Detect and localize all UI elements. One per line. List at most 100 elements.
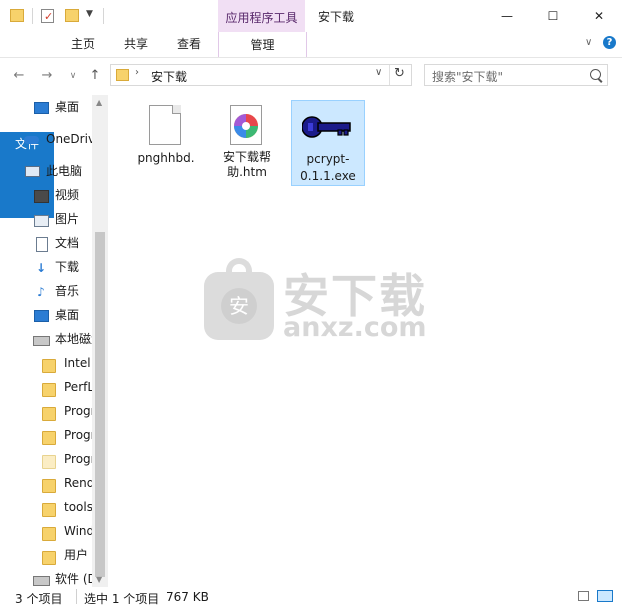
file-name: 安下载帮助.htm	[222, 150, 271, 179]
htm-file-icon	[230, 105, 262, 145]
customize-toolbar-icon[interactable]: ▼	[86, 9, 93, 19]
up-icon[interactable]: ↑	[86, 67, 104, 85]
breadcrumb-current[interactable]: 安下载	[151, 68, 187, 85]
onedrive-icon	[24, 133, 40, 147]
folder-icon	[116, 69, 129, 81]
minimize-button[interactable]: —	[484, 0, 530, 31]
file-item[interactable]: pnghhbd.	[129, 100, 203, 186]
nav-item-label: Rendering	[64, 476, 92, 490]
scroll-up-icon[interactable]: ▲	[96, 98, 102, 107]
nav-item-label: 软件 (D:)	[55, 572, 92, 586]
nav-item-folder[interactable]: 用户	[42, 544, 88, 566]
help-icon[interactable]: ?	[603, 36, 616, 49]
scrollbar-thumb[interactable]	[95, 232, 105, 577]
nav-item-label: Intel	[64, 356, 91, 370]
file-item[interactable]: 安下载帮助.htm	[210, 100, 284, 186]
video-icon	[33, 189, 49, 203]
folder-icon	[42, 357, 58, 373]
nav-item-label: 音乐	[55, 284, 80, 298]
scroll-down-icon[interactable]: ▼	[96, 575, 102, 584]
large-icons-view-icon[interactable]	[597, 590, 613, 602]
nav-item-onedrive[interactable]: OneDrive	[24, 128, 92, 150]
title-bar: ✓ ▼ 应用程序工具 安下载 — ☐ ✕	[0, 0, 622, 32]
nav-item-label: Program Files (x86)	[64, 428, 92, 442]
status-bar: 3 个项目 选中 1 个项目 767 KB	[0, 587, 622, 609]
details-view-icon[interactable]	[578, 591, 589, 601]
nav-item-folder[interactable]: ProgramData	[42, 448, 92, 470]
file-item-selected[interactable]: pcrypt-0.1.1.exe	[291, 100, 365, 186]
nav-item-folder[interactable]: Intel	[42, 352, 91, 374]
watermark-badge: 安	[221, 288, 257, 324]
folder-icon	[42, 477, 58, 493]
nav-item-label: 文档	[55, 236, 80, 250]
nav-item-label: Program Files	[64, 404, 92, 418]
nav-item-label: OneDrive	[46, 132, 92, 146]
address-dropdown-icon[interactable]: ∨	[375, 67, 382, 78]
nav-item-folder[interactable]: tools	[42, 496, 92, 518]
new-folder-icon[interactable]	[65, 8, 79, 24]
nav-item-music[interactable]: ♪ 音乐	[33, 280, 79, 302]
search-icon[interactable]	[590, 69, 603, 83]
nav-item-label: 桌面	[55, 308, 80, 322]
search-box[interactable]: 搜索"安下载"	[424, 64, 608, 86]
this-pc-icon	[24, 165, 40, 179]
folder-icon	[42, 549, 58, 565]
properties-icon[interactable]: ✓	[41, 8, 55, 24]
nav-item-label: 桌面	[55, 100, 80, 114]
recent-locations-icon[interactable]: ∨	[64, 67, 82, 85]
nav-item-folder[interactable]: Rendering	[42, 472, 92, 494]
selection-size: 767 KB	[166, 590, 209, 604]
nav-item-downloads[interactable]: ↓ 下载	[33, 256, 79, 278]
window-title: 安下载	[318, 10, 355, 24]
maximize-button[interactable]: ☐	[530, 0, 576, 31]
nav-item-label: 用户	[64, 548, 89, 562]
nav-item-videos[interactable]: 视频	[33, 184, 79, 206]
close-icon: ✕	[593, 8, 605, 23]
folder-icon	[42, 405, 58, 421]
tab-view[interactable]: 查看	[170, 32, 208, 56]
nav-item-label: 图片	[55, 212, 80, 226]
nav-item-folder[interactable]: Program Files (x86)	[42, 424, 92, 446]
refresh-icon[interactable]: ↻	[394, 66, 405, 81]
minimize-icon: —	[501, 8, 513, 23]
folder-icon[interactable]	[10, 8, 24, 24]
watermark-logo: 安	[204, 258, 274, 340]
drive-icon	[33, 573, 50, 587]
nav-item-folder[interactable]: Windows	[42, 520, 92, 542]
file-name: pnghhbd.	[137, 151, 195, 165]
nav-item-drive-c[interactable]: 本地磁盘 (C:)	[33, 328, 92, 350]
ribbon-tabs: 文件 主页 共享 查看 管理 ∨ ?	[0, 32, 622, 218]
tab-home[interactable]: 主页	[64, 32, 102, 56]
nav-item-label: 下载	[55, 260, 80, 274]
nav-item-desktop-2[interactable]: 桌面	[33, 304, 79, 326]
back-icon[interactable]: ←	[10, 67, 28, 85]
nav-item-drive-d[interactable]: 软件 (D:)	[33, 568, 92, 587]
tab-share[interactable]: 共享	[117, 32, 155, 56]
nav-item-documents[interactable]: 文档	[33, 232, 79, 254]
nav-item-label: Windows	[64, 524, 92, 538]
file-name: pcrypt-0.1.1.exe	[300, 152, 356, 183]
nav-item-folder[interactable]: Program Files	[42, 400, 92, 422]
downloads-icon: ↓	[35, 260, 47, 275]
folder-icon	[42, 429, 58, 445]
nav-item-label: 本地磁盘 (C:)	[55, 332, 92, 346]
forward-icon[interactable]: →	[38, 67, 56, 85]
address-bar[interactable]: › 安下载 ∨ ↻	[110, 64, 412, 86]
nav-item-pictures[interactable]: 图片	[33, 208, 79, 230]
nav-item-folder[interactable]: PerfLogs	[42, 376, 92, 398]
close-button[interactable]: ✕	[576, 0, 622, 31]
nav-item-label: PerfLogs	[64, 380, 92, 394]
search-placeholder[interactable]: 搜索"安下载"	[432, 68, 503, 85]
folder-icon	[42, 525, 58, 541]
context-tab-header: 应用程序工具	[218, 0, 305, 32]
selection-count: 选中 1 个项目	[84, 592, 160, 606]
pictures-icon	[33, 213, 49, 227]
nav-scrollbar[interactable]: ▲ ▼	[92, 95, 108, 587]
blank-file-icon	[149, 105, 181, 145]
expand-ribbon-icon[interactable]: ∨	[585, 37, 592, 48]
documents-icon	[33, 236, 49, 252]
item-count: 3 个项目	[15, 592, 63, 606]
tab-manage[interactable]: 管理	[218, 32, 307, 57]
nav-item-desktop[interactable]: 桌面	[33, 96, 79, 118]
nav-item-this-pc[interactable]: 此电脑	[24, 160, 82, 182]
